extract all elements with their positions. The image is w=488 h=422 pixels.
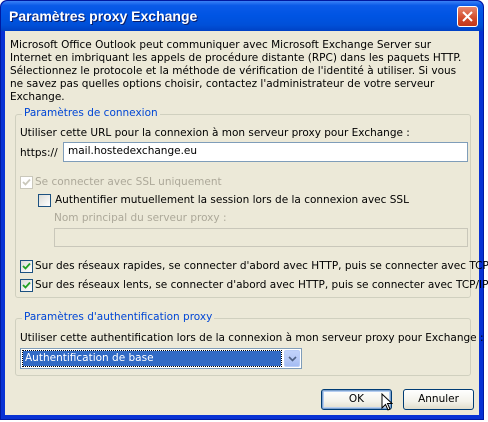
fast-networks-label: Sur des réseaux rapides, se connecter d'… [35, 260, 488, 272]
slow-networks-label: Sur des réseaux lents, se connecter d'ab… [35, 279, 488, 291]
connection-group: Paramètres de connexion Utiliser cette U… [15, 107, 488, 298]
check-icon [22, 281, 31, 289]
dialog-window: Paramètres proxy Exchange Microsoft Offi… [0, 0, 488, 420]
close-icon [462, 11, 473, 22]
mutual-auth-label: Authentifier mutuellement la session lor… [55, 194, 409, 206]
check-icon [22, 262, 31, 270]
dialog-body: Microsoft Office Outlook peut communique… [5, 31, 488, 415]
window-title: Paramètres proxy Exchange [9, 8, 198, 24]
auth-label: Utiliser cette authentification lors de … [20, 332, 484, 344]
principal-input[interactable] [54, 228, 468, 247]
fast-networks-checkbox[interactable] [20, 260, 33, 273]
mouse-cursor-icon [381, 393, 393, 411]
ssl-only-label: Se connecter avec SSL uniquement [35, 176, 222, 188]
auth-method-select[interactable]: Authentification de base [20, 348, 302, 369]
auth-group: Paramètres d'authentification proxy Util… [15, 311, 483, 376]
slow-networks-checkbox[interactable] [20, 279, 33, 292]
intro-text: Microsoft Office Outlook peut communique… [10, 39, 462, 103]
auth-method-value: Authentification de base [22, 350, 282, 367]
url-prefix: https:// [20, 147, 58, 159]
check-icon [22, 178, 31, 186]
url-input[interactable]: mail.hostedexchange.eu [63, 142, 468, 162]
mutual-auth-checkbox[interactable] [38, 194, 51, 207]
title-bar[interactable]: Paramètres proxy Exchange [1, 1, 483, 31]
ssl-only-checkbox[interactable] [20, 176, 33, 189]
close-button[interactable] [457, 6, 478, 27]
connection-legend: Paramètres de connexion [22, 107, 160, 119]
chevron-down-icon [288, 356, 297, 362]
dropdown-button[interactable] [284, 350, 300, 367]
url-label: Utiliser cette URL pour la connexion à m… [20, 127, 410, 139]
auth-legend: Paramètres d'authentification proxy [22, 311, 215, 323]
principal-label: Nom principal du serveur proxy : [54, 212, 227, 224]
cancel-button[interactable]: Annuler [403, 389, 474, 410]
